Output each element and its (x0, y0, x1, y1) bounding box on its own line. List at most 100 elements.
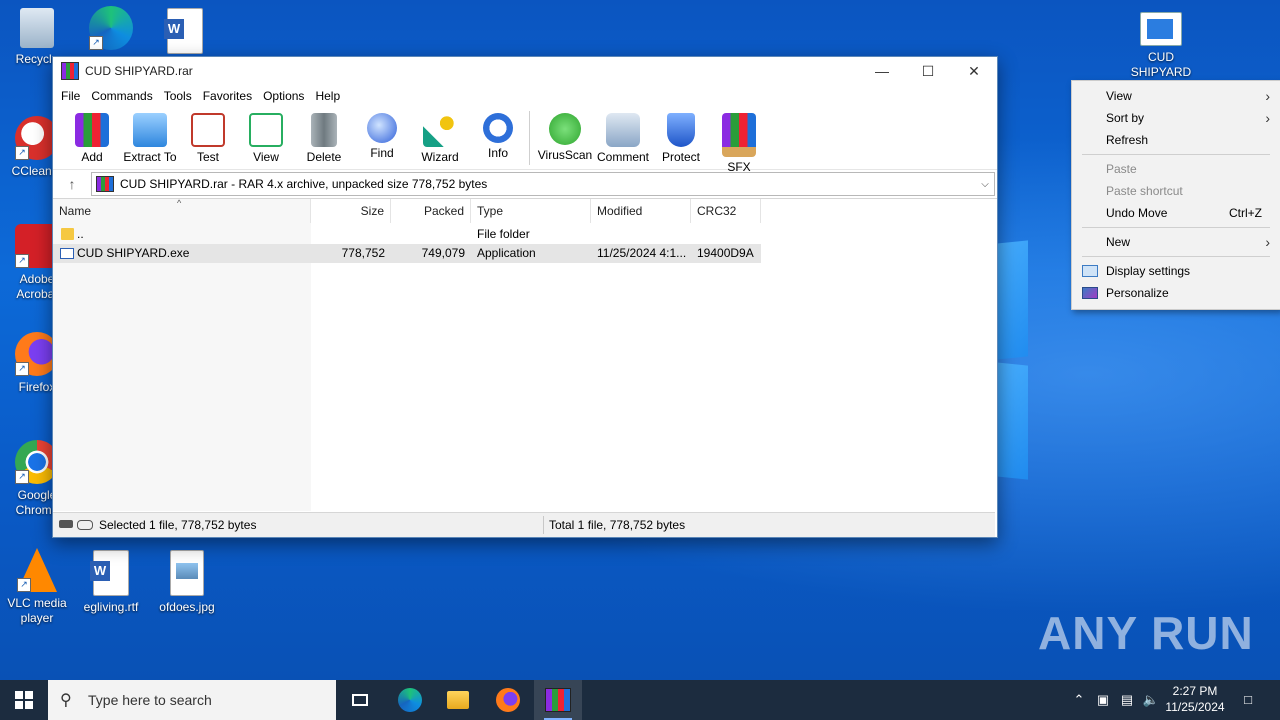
key-icon[interactable] (77, 520, 93, 530)
menu-favorites[interactable]: Favorites (203, 89, 261, 103)
taskbar-edge[interactable] (386, 680, 434, 720)
status-separator (543, 516, 544, 534)
search-placeholder: Type here to search (88, 692, 212, 708)
extract-to-button[interactable]: Extract To (121, 107, 179, 164)
menu-item-label: Paste shortcut (1106, 184, 1183, 198)
menu-item-paste[interactable]: Paste (1072, 158, 1280, 180)
column-header-size[interactable]: Size (311, 199, 391, 223)
toolbar: Add Extract To Test View Delete Find Wiz… (53, 107, 997, 174)
menu-item-undo-move[interactable]: Undo Move Ctrl+Z (1072, 202, 1280, 224)
shortcut-arrow-icon: ↗ (89, 36, 103, 50)
address-field[interactable]: CUD SHIPYARD.rar - RAR 4.x archive, unpa… (91, 172, 995, 196)
column-header-packed[interactable]: Packed (391, 199, 471, 223)
menu-item-label: Personalize (1106, 286, 1169, 300)
application-icon (60, 248, 74, 259)
menu-item-refresh[interactable]: Refresh (1072, 129, 1280, 151)
wallpaper-pane (996, 240, 1028, 360)
column-header-name[interactable]: Name ^ (53, 198, 311, 223)
desktop-icon-edge[interactable]: ↗ (74, 6, 148, 54)
notifications-icon[interactable]: □ (1236, 680, 1260, 720)
shortcut-arrow-icon: ↗ (15, 362, 29, 376)
anyrun-watermark: ANY RUN (1038, 607, 1254, 659)
drive-icon[interactable] (59, 520, 73, 528)
wizard-button[interactable]: Wizard (411, 107, 469, 164)
cell-type: Application (477, 246, 536, 260)
winrar-icon (545, 688, 571, 712)
up-arrow-icon[interactable]: ↑ (53, 176, 91, 192)
desktop-icon-word-doc[interactable]: W (148, 8, 222, 58)
desktop-icon-egliving[interactable]: W egliving.rtf (74, 550, 148, 615)
column-header-modified[interactable]: Modified (591, 199, 691, 223)
chevron-down-icon[interactable]: ⌵ (976, 179, 994, 190)
desktop-icon-cud-shipyard[interactable]: CUD SHIPYARD (1124, 12, 1198, 80)
task-view-button[interactable] (336, 680, 384, 720)
menu-item-new[interactable]: New › (1072, 231, 1280, 253)
menu-separator (1082, 154, 1270, 155)
cell-name: CUD SHIPYARD.exe (77, 246, 190, 260)
menu-help[interactable]: Help (315, 89, 349, 103)
delete-icon (311, 113, 337, 147)
menu-file[interactable]: File (61, 89, 89, 103)
menu-item-paste-shortcut[interactable]: Paste shortcut (1072, 180, 1280, 202)
virusscan-button[interactable]: VirusScan (536, 107, 594, 162)
test-button[interactable]: Test (179, 107, 237, 164)
toolbar-separator (529, 111, 530, 165)
delete-button[interactable]: Delete (295, 107, 353, 164)
edge-icon: ↗ (89, 6, 133, 50)
menu-item-view[interactable]: View › (1072, 85, 1280, 107)
sort-ascending-icon: ^ (177, 198, 182, 208)
status-total: Total 1 file, 778,752 bytes (549, 518, 686, 532)
clock[interactable]: 2:27 PM 11/25/2024 (1160, 683, 1230, 715)
network-icon[interactable]: ▤ (1116, 680, 1138, 720)
desktop-icon-label: CUD SHIPYARD (1130, 50, 1192, 79)
column-header-crc32[interactable]: CRC32 (691, 199, 761, 223)
menu-item-label: Sort by (1106, 111, 1145, 125)
close-button[interactable]: ✕ (951, 57, 997, 85)
desktop-icon-vlc[interactable]: ↗ VLC media player (0, 548, 74, 626)
sfx-button[interactable]: SFX (710, 107, 768, 174)
info-button[interactable]: Info (469, 107, 527, 160)
menu-item-label: Display settings (1106, 264, 1191, 278)
taskbar-firefox[interactable] (484, 680, 532, 720)
device-icon[interactable]: ▣ (1092, 680, 1114, 720)
minimize-button[interactable]: — (859, 57, 905, 85)
column-header-type[interactable]: Type (471, 199, 591, 223)
desktop-icon-ofdoes[interactable]: ofdoes.jpg (150, 550, 224, 615)
taskbar-winrar[interactable] (534, 680, 582, 720)
sfx-icon (722, 113, 756, 157)
add-icon (75, 113, 109, 147)
find-button[interactable]: Find (353, 107, 411, 160)
menu-options[interactable]: Options (263, 89, 313, 103)
toolbar-label: Delete (306, 150, 342, 164)
menu-item-personalize[interactable]: Personalize (1072, 282, 1280, 304)
wizard-icon (423, 113, 457, 147)
task-view-icon (352, 694, 368, 706)
view-button[interactable]: View (237, 107, 295, 164)
protect-button[interactable]: Protect (652, 107, 710, 164)
volume-icon[interactable]: 🔈 (1140, 680, 1162, 720)
menu-tools[interactable]: Tools (164, 89, 201, 103)
chevron-up-icon[interactable]: ⌃ (1068, 680, 1090, 720)
menu-item-shortcut: Ctrl+Z (1229, 206, 1262, 220)
taskbar-search-box[interactable]: ⚲ Type here to search (48, 680, 336, 720)
chevron-right-icon: › (1265, 234, 1270, 250)
shortcut-arrow-icon: ↗ (15, 470, 29, 484)
file-list[interactable]: Name ^ Size Packed Type Modified CRC32 .… (53, 198, 995, 511)
table-row[interactable]: .. File folder (53, 225, 761, 244)
address-text: CUD SHIPYARD.rar - RAR 4.x archive, unpa… (120, 177, 488, 191)
menu-commands[interactable]: Commands (91, 89, 161, 103)
winrar-window[interactable]: CUD SHIPYARD.rar — ☐ ✕ File Commands Too… (52, 56, 998, 538)
comment-button[interactable]: Comment (594, 107, 652, 164)
menu-item-sort-by[interactable]: Sort by › (1072, 107, 1280, 129)
column-header-label: Name (59, 204, 92, 218)
taskbar-file-explorer[interactable] (434, 680, 482, 720)
menu-item-display-settings[interactable]: Display settings (1072, 260, 1280, 282)
table-row[interactable]: CUD SHIPYARD.exe 778,752 749,079 Applica… (53, 244, 761, 263)
desktop[interactable]: Recycle ↗ W ↗ CCleaner ↗ Adobe Acrobat ↗… (0, 0, 1280, 680)
toolbar-label: VirusScan (537, 148, 593, 162)
start-button[interactable] (0, 680, 48, 720)
maximize-button[interactable]: ☐ (905, 57, 951, 85)
view-icon (249, 113, 283, 147)
title-bar[interactable]: CUD SHIPYARD.rar — ☐ ✕ (53, 57, 997, 85)
add-button[interactable]: Add (63, 107, 121, 164)
